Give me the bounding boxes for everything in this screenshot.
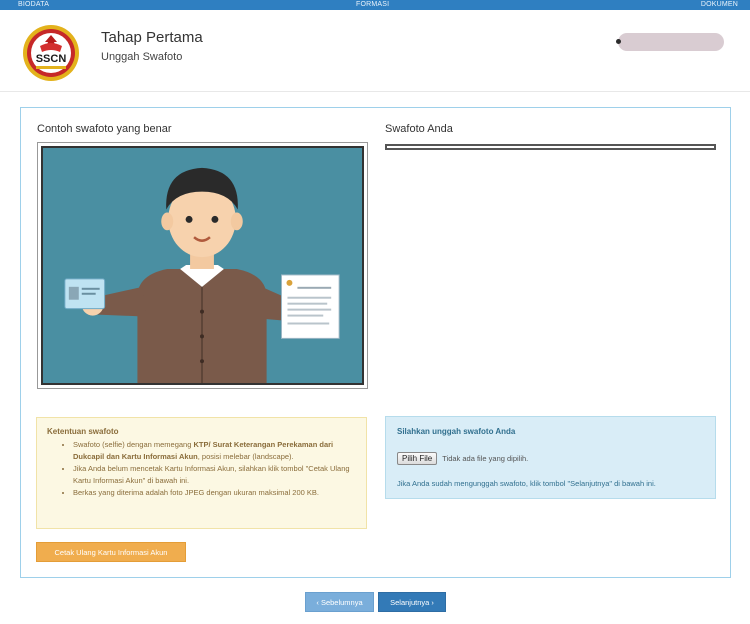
upload-box: Silahkan unggah swafoto Anda Pilih File …	[385, 416, 716, 499]
rules-title: Ketentuan swafoto	[47, 427, 119, 436]
header-divider	[0, 91, 750, 92]
svg-text:SSCN: SSCN	[36, 53, 67, 65]
example-selfie-frame	[37, 142, 368, 389]
step-bar: BIODATA FORMASI DOKUMEN	[0, 0, 750, 10]
previous-button[interactable]: ‹ Sebelumnya	[305, 592, 374, 612]
rule-item-2: Jika Anda belum mencetak Kartu Informasi…	[73, 463, 356, 487]
choose-file-button[interactable]: Pilih File	[397, 452, 438, 465]
rules-list: Swafoto (selfie) dengan memegang KTP/ Su…	[47, 439, 356, 499]
sscn-logo: SSCN	[23, 25, 79, 81]
your-selfie-label: Swafoto Anda	[385, 123, 453, 135]
page-subtitle: Unggah Swafoto	[101, 51, 183, 63]
file-input-row: Pilih File Tidak ada file yang dipilih.	[397, 452, 528, 465]
selfie-illustration-svg	[64, 167, 340, 383]
page-title: Tahap Pertama	[101, 29, 203, 46]
user-account-chip[interactable]	[616, 33, 724, 51]
example-label: Contoh swafoto yang benar	[37, 123, 172, 135]
step-formasi: FORMASI	[356, 1, 390, 8]
page-header: SSCN Tahap Pertama Unggah Swafoto	[0, 10, 750, 94]
user-dot-icon	[616, 39, 621, 44]
upload-title: Silahkan unggah swafoto Anda	[397, 427, 516, 436]
selfie-rules-box: Ketentuan swafoto Swafoto (selfie) denga…	[36, 417, 367, 529]
selfie-preview-box	[385, 144, 716, 150]
rule-item-3: Berkas yang diterima adalah foto JPEG de…	[73, 487, 356, 499]
rule-item-1: Swafoto (selfie) dengan memegang KTP/ Su…	[73, 439, 356, 463]
example-selfie-illustration	[41, 146, 364, 385]
reprint-account-card-button[interactable]: Cetak Ulang Kartu Informasi Akun	[36, 542, 186, 562]
upload-hint: Jika Anda sudah mengunggah swafoto, klik…	[397, 479, 656, 488]
file-status-text: Tidak ada file yang dipilih.	[442, 454, 529, 463]
next-button[interactable]: Selanjutnya ›	[378, 592, 446, 612]
selfie-upload-panel: Contoh swafoto yang benar Swafoto Anda K…	[20, 107, 731, 578]
step-biodata: BIODATA	[18, 1, 50, 8]
step-dokumen: DOKUMEN	[700, 1, 738, 8]
